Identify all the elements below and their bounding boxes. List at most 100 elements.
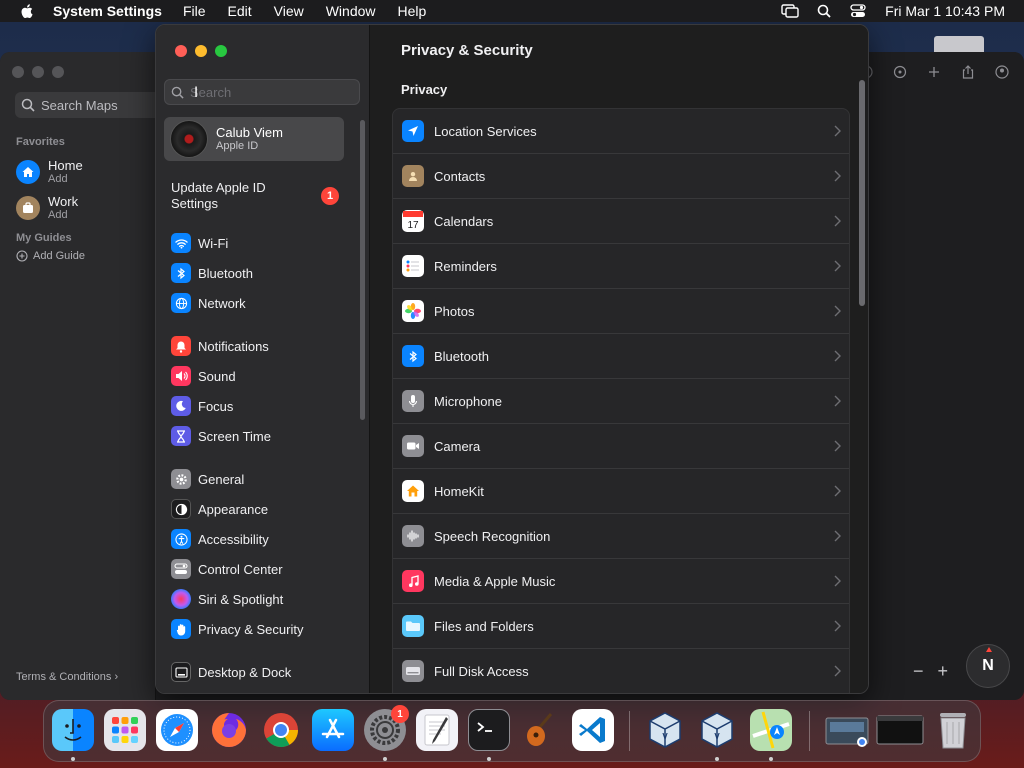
row-calendars[interactable]: 17 Calendars (393, 199, 849, 244)
content-scrollbar[interactable] (859, 80, 865, 306)
microphone-icon (402, 390, 424, 412)
sidebar-item-label: Appearance (198, 501, 269, 517)
menu-file[interactable]: File (183, 3, 206, 19)
dock-vscode[interactable] (572, 709, 614, 751)
sidebar-item-label: Privacy & Security (198, 621, 304, 637)
sidebar-item-desktop-dock[interactable]: Desktop & Dock (171, 660, 351, 684)
maps-zoom-button[interactable] (52, 66, 64, 78)
row-photos[interactable]: Photos (393, 289, 849, 334)
row-microphone[interactable]: Microphone (393, 379, 849, 424)
look-around-icon[interactable] (890, 64, 910, 80)
map-zoom-controls: − + (913, 661, 948, 682)
close-button[interactable] (175, 45, 187, 57)
row-label: Reminders (434, 258, 497, 274)
sidebar-item-label: Notifications (198, 338, 269, 354)
maps-minimize-button[interactable] (32, 66, 44, 78)
terms-link[interactable]: Terms & Conditions › (16, 671, 118, 683)
dock-launchpad[interactable] (104, 709, 146, 751)
apple-menu-icon[interactable] (19, 3, 37, 19)
dock-maps[interactable] (750, 709, 792, 751)
dock-finder[interactable] (52, 709, 94, 751)
menu-window[interactable]: Window (326, 3, 376, 19)
chrome-icon (264, 713, 298, 747)
sidebar-item-accessibility[interactable]: Accessibility (171, 527, 351, 551)
dock-minimized-window[interactable] (876, 709, 924, 751)
dock-screenshot-preview[interactable] (824, 709, 872, 751)
menu-view[interactable]: View (274, 3, 304, 19)
row-homekit[interactable]: HomeKit (393, 469, 849, 514)
dock-virtualbox-vm[interactable]: V (696, 709, 738, 751)
menu-help[interactable]: Help (398, 3, 427, 19)
sidebar-item-label: Focus (198, 398, 234, 414)
sidebar-item-label: Control Center (198, 561, 283, 577)
menu-edit[interactable]: Edit (228, 3, 252, 19)
maps-search-field[interactable]: Search Maps (15, 92, 165, 118)
sidebar-item-appearance[interactable]: Appearance (171, 497, 351, 521)
favorites-heading: Favorites (16, 136, 65, 148)
menu-clock[interactable]: Fri Mar 1 10:43 PM (885, 3, 1005, 19)
zoom-button[interactable] (215, 45, 227, 57)
dock-safari[interactable] (156, 709, 198, 751)
zoom-in-button[interactable]: + (937, 661, 948, 682)
row-bluetooth[interactable]: Bluetooth (393, 334, 849, 379)
add-guide-button[interactable]: Add Guide (16, 250, 85, 262)
maps-icon (752, 711, 790, 749)
chevron-right-icon (834, 305, 841, 317)
dock-garageband[interactable] (520, 709, 562, 751)
wifi-icon (171, 233, 191, 253)
dock-textedit[interactable] (416, 709, 458, 751)
settings-search-input[interactable] (190, 84, 350, 100)
account-icon[interactable] (992, 64, 1012, 80)
row-location-services[interactable]: Location Services (393, 109, 849, 154)
row-label: Bluetooth (434, 348, 489, 364)
sidebar-item-wifi[interactable]: Wi-Fi (171, 231, 351, 255)
sidebar-item-label: General (198, 471, 245, 487)
spotlight-search-icon[interactable] (815, 3, 833, 19)
dock-terminal[interactable] (468, 709, 510, 751)
sidebar-item-focus[interactable]: Focus (171, 394, 351, 418)
sidebar-item-general[interactable]: General (171, 467, 351, 491)
row-contacts[interactable]: Contacts (393, 154, 849, 199)
share-icon[interactable] (958, 64, 978, 80)
row-reminders[interactable]: Reminders (393, 244, 849, 289)
add-icon[interactable] (924, 64, 944, 80)
sidebar-item-privacy-security[interactable]: Privacy & Security (171, 617, 351, 641)
sidebar-item-control-center[interactable]: Control Center (171, 557, 351, 581)
search-icon (171, 86, 184, 99)
update-apple-id-settings[interactable]: Update Apple ID Settings (171, 180, 291, 212)
app-menu-system-settings[interactable]: System Settings (53, 3, 162, 19)
minimize-button[interactable] (195, 45, 207, 57)
row-camera[interactable]: Camera (393, 424, 849, 469)
screen-mirroring-icon[interactable] (781, 3, 799, 19)
row-label: Photos (434, 303, 475, 319)
dock-app-store[interactable] (312, 709, 354, 751)
dock-firefox[interactable] (208, 709, 250, 751)
dock-chrome[interactable] (260, 709, 302, 751)
sidebar-item-siri-spotlight[interactable]: Siri & Spotlight (171, 587, 351, 611)
control-center-icon[interactable] (849, 3, 867, 19)
sidebar-item-bluetooth[interactable]: Bluetooth (171, 261, 351, 285)
row-media-apple-music[interactable]: Media & Apple Music (393, 559, 849, 604)
apple-id-account[interactable]: Calub Viem Apple ID (164, 117, 344, 161)
sidebar-item-sound[interactable]: Sound (171, 364, 351, 388)
zoom-out-button[interactable]: − (913, 661, 924, 682)
gear-icon (171, 469, 191, 489)
dock-trash[interactable] (932, 709, 974, 751)
sidebar-item-label: Wi-Fi (198, 235, 229, 251)
favorite-home[interactable]: Home Add (16, 158, 83, 185)
sidebar-scrollbar[interactable] (360, 120, 365, 420)
chevron-right-icon (834, 215, 841, 227)
sidebar-item-notifications[interactable]: Notifications (171, 334, 351, 358)
row-files-and-folders[interactable]: Files and Folders (393, 604, 849, 649)
favorite-work[interactable]: Work Add (16, 194, 78, 221)
svg-text:17: 17 (407, 220, 419, 231)
maps-close-button[interactable] (12, 66, 24, 78)
sidebar-item-screen-time[interactable]: Screen Time (171, 424, 351, 448)
my-guides-heading: My Guides (16, 232, 72, 244)
dock-settings-badge: 1 (391, 705, 409, 723)
compass-button[interactable]: N (966, 644, 1010, 688)
dock-virtualbox[interactable]: V (644, 709, 686, 751)
row-speech-recognition[interactable]: Speech Recognition (393, 514, 849, 559)
row-full-disk-access[interactable]: Full Disk Access (393, 649, 849, 693)
sidebar-item-network[interactable]: Network (171, 291, 351, 315)
